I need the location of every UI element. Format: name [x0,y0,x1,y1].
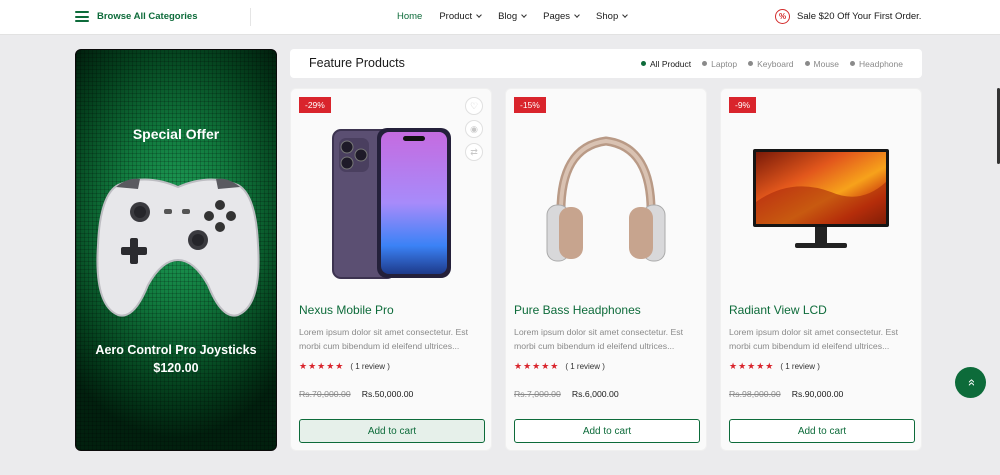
category-tabs: All Product Laptop Keyboard Mouse Headph… [630,49,903,78]
add-to-cart-button[interactable]: Add to cart [514,419,700,443]
review-count[interactable]: ( 1 review ) [780,362,820,371]
heart-icon[interactable]: ♡ [465,97,483,115]
discount-badge: -15% [514,97,546,113]
tab-label: Mouse [813,58,840,69]
eye-icon[interactable]: ◉ [465,120,483,138]
tab-label: Laptop [711,58,738,69]
product-card[interactable]: -15% Pure Bass Headphones Lorem ipsum do… [505,88,707,451]
nav-blog-label: Blog [498,11,518,22]
nav-product[interactable]: Product [439,11,482,22]
tab-headphone[interactable]: Headphone [850,59,903,69]
product-prices: Rs.98,000.00 Rs.90,000.00 [729,389,843,399]
monitor-image [753,149,889,248]
promo-text: Sale $20 Off Your First Order. [797,11,922,22]
product-name[interactable]: Nexus Mobile Pro [299,303,394,317]
product-actions: ♡ ◉ ⇄ [465,97,483,161]
scroll-to-top-button[interactable]: » [955,367,986,398]
old-price: Rs.70,000.00 [299,389,351,399]
banner-price: $120.00 [153,361,199,375]
chevron-down-icon [622,12,629,18]
headphones-image [546,136,666,262]
star-icons: ★★★★★ [729,361,775,371]
product-prices: Rs.7,000.00 Rs.6,000.00 [514,389,619,399]
product-rating: ★★★★★ ( 1 review ) [299,361,390,372]
dot-icon [850,61,856,66]
nav-home[interactable]: Home [397,11,422,22]
product-description: Lorem ipsum dolor sit amet consectetur. … [299,327,468,351]
add-to-cart-button[interactable]: Add to cart [729,419,915,443]
chevron-down-icon [521,12,527,18]
phone-image [332,128,451,279]
chevron-down-icon [476,12,482,18]
discount-badge: -9% [729,97,757,113]
dot-icon [641,61,647,66]
main-nav: Home Product Blog Pages Shop [397,0,644,33]
dot-icon [804,61,810,66]
header-divider [250,8,251,26]
hamburger-icon [75,11,89,22]
tab-all-product[interactable]: All Product [641,59,691,69]
tab-keyboard[interactable]: Keyboard [748,58,794,69]
tab-laptop[interactable]: Laptop [702,59,737,69]
nav-pages-label: Pages [543,11,571,22]
tab-label: All Product [650,58,692,69]
review-count[interactable]: ( 1 review ) [350,362,390,371]
product-image [721,117,921,287]
product-card[interactable]: -9% Radiant View LCD Lorem ipsum dolor s… [720,88,922,451]
double-chevron-up-icon: » [962,378,978,387]
tab-label: Headphone [859,58,903,69]
percent-icon: % [775,9,790,24]
product-name[interactable]: Pure Bass Headphones [514,303,641,317]
nav-shop-label: Shop [596,11,619,22]
tab-mouse[interactable]: Mouse [804,58,840,69]
sale-price: Rs.6,000.00 [571,389,619,399]
star-icons: ★★★★★ [299,361,345,371]
add-to-cart-button[interactable]: Add to cart [299,419,485,443]
feature-products-header: Feature Products All Product Laptop Keyb… [290,49,922,78]
section-title: Feature Products [309,56,405,70]
gamepad-image [96,178,260,317]
browse-categories-button[interactable]: Browse All Categories [75,0,197,33]
product-prices: Rs.70,000.00 Rs.50,000.00 [299,389,413,399]
compare-icon[interactable]: ⇄ [465,143,483,161]
nav-shop[interactable]: Shop [596,11,629,22]
old-price: Rs.98,000.00 [729,389,781,399]
product-rating: ★★★★★ ( 1 review ) [514,361,605,372]
banner-title: Special Offer [132,126,220,142]
chevron-down-icon [574,12,580,18]
nav-blog[interactable]: Blog [498,11,527,22]
product-description: Lorem ipsum dolor sit amet consectetur. … [729,327,898,351]
sale-price: Rs.50,000.00 [361,389,414,399]
product-name[interactable]: Radiant View LCD [729,303,827,317]
product-image [506,117,706,287]
product-image [291,117,491,287]
old-price: Rs.7,000.00 [514,389,561,399]
nav-pages[interactable]: Pages [543,11,580,22]
dot-icon [748,61,754,66]
nav-home-label: Home [397,11,423,22]
special-offer-banner[interactable]: Special Offer Aero Control Pro Joysticks… [75,49,277,451]
banner-product-name: Aero Control Pro Joysticks [95,343,257,357]
product-description: Lorem ipsum dolor sit amet consectetur. … [514,327,683,351]
sale-price: Rs.90,000.00 [791,389,844,399]
site-header: Browse All Categories Home Product Blog … [0,0,1000,35]
dot-icon [702,61,708,66]
review-count[interactable]: ( 1 review ) [565,362,605,371]
product-rating: ★★★★★ ( 1 review ) [729,361,820,372]
browse-categories-label: Browse All Categories [97,11,198,22]
star-icons: ★★★★★ [514,361,560,371]
product-card[interactable]: -29% ♡ ◉ ⇄ Nexus Mobile Pro Lorem ipsum … [290,88,492,451]
tab-label: Keyboard [757,58,794,69]
nav-product-label: Product [439,11,473,22]
promo-message: % Sale $20 Off Your First Order. [775,0,921,33]
discount-badge: -29% [299,97,331,113]
